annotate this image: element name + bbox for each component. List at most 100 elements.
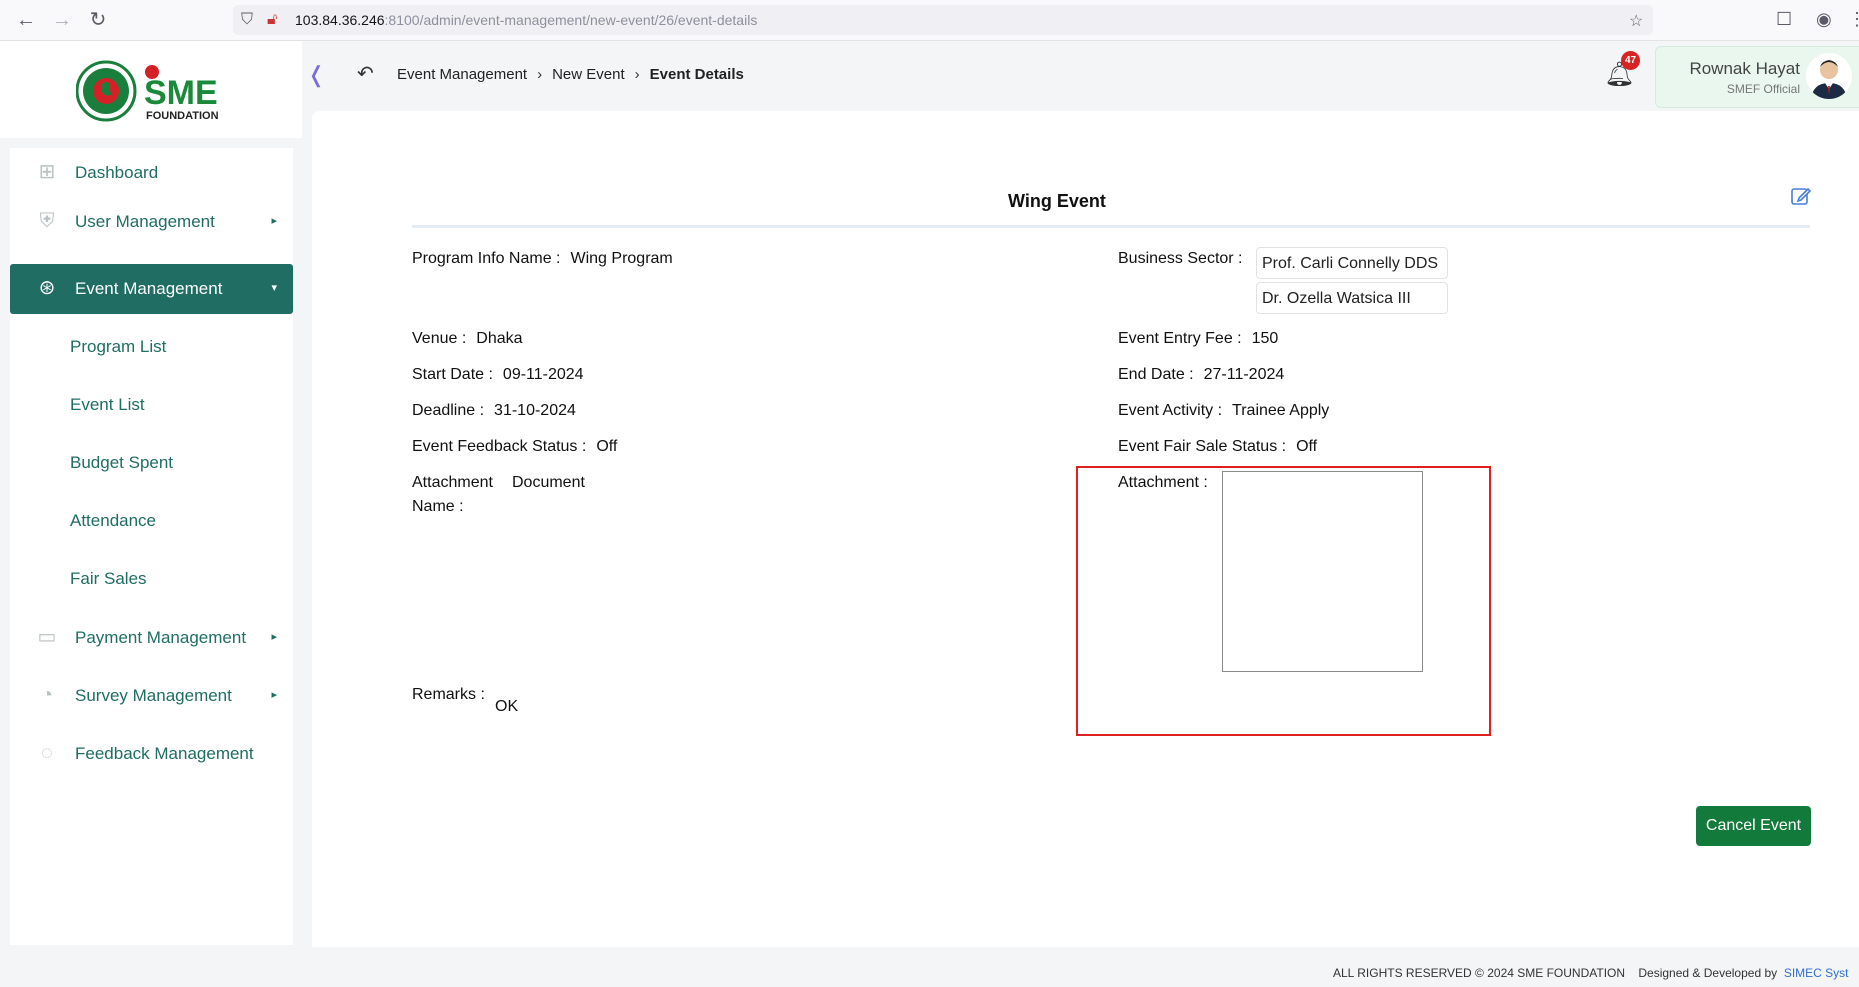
start-date-label: Start Date : [412,366,493,383]
sidebar-item-event-management[interactable]: ⊛ Event Management ▾ [10,264,293,314]
sidebar-item-user-management[interactable]: ⛨ User Management ▸ [10,197,293,247]
fair-sale-status-label: Event Fair Sale Status : [1118,438,1287,455]
entry-fee-label: Event Entry Fee : [1118,330,1242,347]
url-path: :8100/admin/event-management/new-event/2… [384,12,758,28]
attachment-name-label-2: Name : [412,498,464,515]
start-date-field: Start Date : 09-11-2024 [412,366,584,384]
deadline-field: Deadline : 31-10-2024 [412,402,576,420]
user-name: Rownak Hayat [1689,59,1800,78]
sidebar-item-payment-management[interactable]: ▭ Payment Management ▸ [10,613,293,663]
title-divider [412,225,1810,228]
logo-subtext: FOUNDATION [146,110,219,122]
cancel-event-button[interactable]: Cancel Event [1696,806,1811,846]
sidebar-subitem-fair-sales[interactable]: Fair Sales [70,569,147,589]
feedback-status-value: Off [596,438,618,455]
sme-foundation-logo[interactable]: SME FOUNDATION [76,56,236,126]
chevron-right-icon: ▸ [271,631,277,643]
address-bar[interactable]: ⛉ 🔓︎ 103.84.36.246:8100/admin/event-mana… [233,5,1653,35]
pocket-icon[interactable]: ☐ [1776,9,1792,30]
pie-icon: ◔ [40,684,54,706]
program-info-label: Program Info Name : [412,250,561,267]
footer-designed: Designed & Developed by [1638,966,1778,980]
account-icon[interactable]: ◉ [1816,9,1832,30]
venue-field: Venue : Dhaka [412,330,523,348]
business-sector-label: Business Sector : [1118,250,1243,267]
sidebar-item-label: Feedback Management [75,744,254,763]
lock-icon: ⊛ [38,277,56,299]
browser-toolbar: ← → ↻ ⛉ 🔓︎ 103.84.36.246:8100/admin/even… [0,0,1859,41]
chevron-right-icon: › [634,66,640,83]
breadcrumb-item[interactable]: New Event [552,66,625,83]
chevron-down-icon: ▾ [271,282,277,294]
annotation-highlight-box [1076,466,1491,736]
user-role: SMEF Official [1726,82,1800,96]
undo-back-icon[interactable]: ↶ [357,61,374,86]
business-sector-tag: Prof. Carli Connelly DDS [1256,247,1448,279]
forward-arrow-icon[interactable]: → [50,8,74,32]
sidebar-item-label: Survey Management [75,686,232,705]
breadcrumb: Event Management › New Event › Event Details [397,66,744,83]
feedback-status-label: Event Feedback Status : [412,438,587,455]
entry-fee-field: Event Entry Fee : 150 [1118,330,1278,348]
deadline-label: Deadline : [412,402,485,419]
footer: ALL RIGHTS RESERVED © 2024 SME FOUNDATIO… [1333,966,1849,980]
money-icon: ▭ [37,626,57,648]
start-date-value: 09-11-2024 [502,366,584,383]
shield-icon: ⛉ [241,11,254,28]
remarks-value: OK [495,698,519,715]
end-date-value: 27-11-2024 [1203,366,1285,383]
sidebar-item-survey-management[interactable]: ◔ Survey Management ▸ [10,671,293,721]
back-arrow-icon[interactable]: ← [14,8,38,32]
sidebar-item-label: Payment Management [75,628,247,647]
sidebar-item-dashboard[interactable]: ⊞ Dashboard [10,148,293,198]
grid-icon: ⊞ [38,161,56,183]
remarks-label: Remarks : [412,686,485,703]
entry-fee-value: 150 [1251,330,1279,347]
reload-icon[interactable]: ↻ [86,8,110,32]
fair-sale-status-value: Off [1296,438,1318,455]
sidebar-menu: ⊞ Dashboard ⛨ User Management ▸ ⊛ Event … [10,148,293,945]
venue-value: Dhaka [476,330,523,347]
business-sector-tag: Dr. Ozella Watsica III [1256,282,1448,314]
url-text: 103.84.36.246:8100/admin/event-managemen… [295,12,757,28]
sidebar-subitem-attendance[interactable]: Attendance [70,511,156,531]
deadline-value: 31-10-2024 [494,402,576,419]
edit-icon[interactable] [1790,185,1812,207]
attachment-name-value: Document [512,474,585,491]
event-title: Wing Event [1008,191,1106,211]
end-date-label: End Date : [1118,366,1194,383]
event-activity-value: Trainee Apply [1232,402,1330,419]
insecure-lock-icon: 🔓︎ [267,11,278,28]
sidebar-item-label: Dashboard [75,163,159,182]
avatar [1806,53,1852,99]
chevron-right-icon: ▸ [271,215,277,227]
sidebar-subitem-event-list[interactable]: Event List [70,395,145,415]
bookmark-star-icon[interactable]: ☆ [1629,11,1643,31]
footer-company-link[interactable]: SIMEC Syst [1784,966,1849,980]
url-host: 103.84.36.246 [295,12,385,28]
breadcrumb-current: Event Details [649,66,744,83]
fair-sale-status-field: Event Fair Sale Status : Off [1118,438,1317,456]
sidebar-item-label: Event Management [75,279,223,298]
chevron-right-icon: ▸ [271,689,277,701]
user-profile[interactable]: Rownak Hayat SMEF Official [1655,46,1859,108]
sidebar-collapse-icon[interactable]: ❬ [307,62,325,88]
sidebar-subitem-program-list[interactable]: Program List [70,337,166,357]
user-shield-icon: ⛨ [39,210,55,232]
extensions-icon[interactable]: ⋮ [1848,9,1859,30]
sidebar-subitem-budget-spent[interactable]: Budget Spent [70,453,173,473]
notification-badge: 47 [1621,51,1640,70]
footer-rights: ALL RIGHTS RESERVED © 2024 SME FOUNDATIO… [1333,966,1626,980]
sidebar-item-feedback-management[interactable]: ◌ Feedback Management [10,729,293,779]
feedback-status-field: Event Feedback Status : Off [412,438,617,456]
program-info-value: Wing Program [570,250,673,267]
feedback-icon: ◌ [41,742,53,764]
sidebar-logo-area: SME FOUNDATION [0,41,302,138]
logo-text: SME [144,74,218,112]
program-info-field: Program Info Name : Wing Program [412,250,673,268]
sidebar-item-label: User Management [75,212,215,231]
breadcrumb-item[interactable]: Event Management [397,66,527,83]
event-activity-field: Event Activity : Trainee Apply [1118,402,1329,420]
attachment-name-label-1: Attachment [412,474,493,491]
venue-label: Venue : [412,330,467,347]
